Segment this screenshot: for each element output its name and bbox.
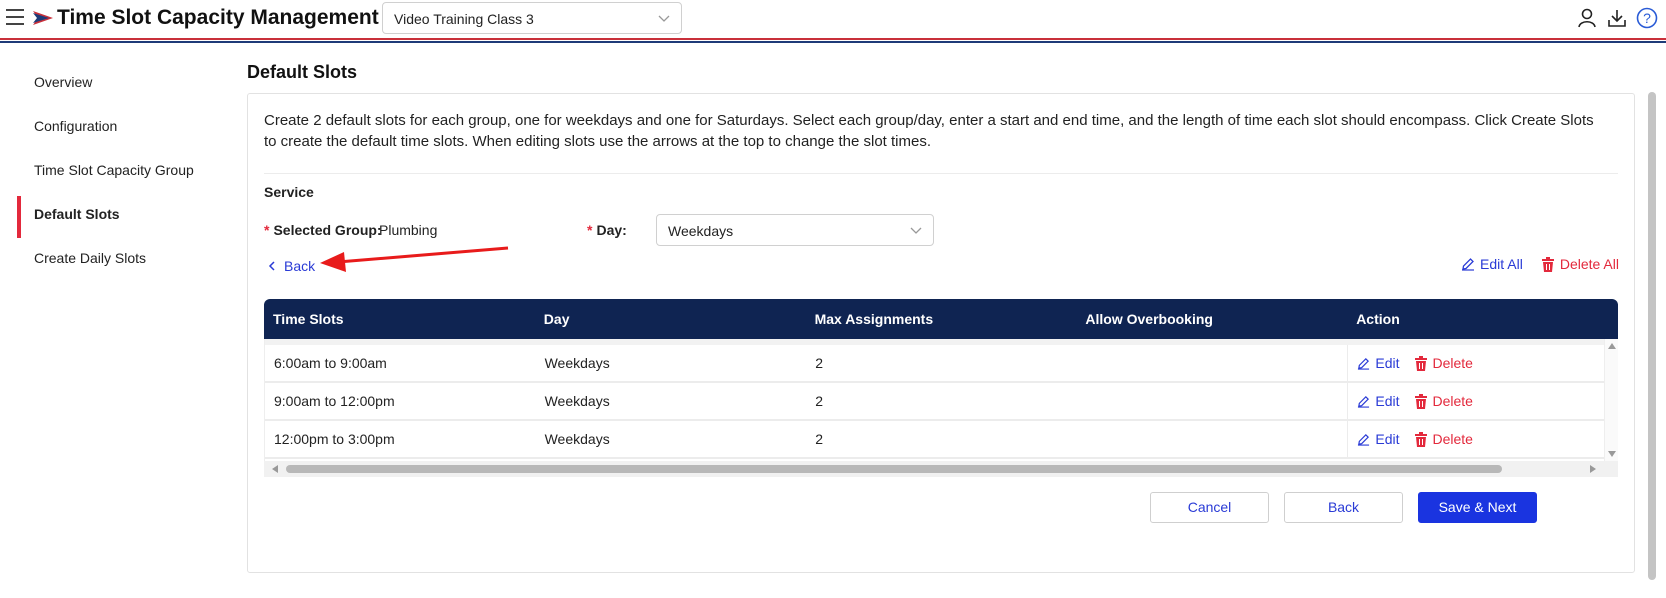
table-row: 9:00am to 12:00pm Weekdays 2 Edit Delete [265, 383, 1618, 421]
chevron-down-icon [658, 15, 670, 22]
cell-action: Edit Delete [1347, 383, 1618, 419]
chevron-left-icon [268, 261, 275, 271]
sidebar-item-default-slots[interactable]: Default Slots [0, 192, 230, 238]
page-scrollbar-thumb[interactable] [1648, 92, 1656, 580]
column-header-action: Action [1356, 311, 1400, 327]
row-edit-button[interactable]: Edit [1357, 431, 1400, 447]
cell-action: Edit Delete [1347, 345, 1618, 381]
cell-day: Weekdays [544, 393, 610, 409]
page-title: Default Slots [247, 62, 358, 82]
app-title: Time Slot Capacity Management [57, 6, 379, 29]
default-slots-card: Create 2 default slots for each group, o… [247, 93, 1635, 573]
section-label: Service [264, 184, 314, 200]
column-header-time-slots[interactable]: Time Slots [264, 299, 535, 339]
selected-group-label: * Selected Group: [264, 222, 382, 238]
trash-icon [1541, 256, 1554, 272]
delete-all-label: Delete All [1559, 256, 1619, 272]
chevron-down-icon [910, 227, 922, 234]
row-edit-button[interactable]: Edit [1357, 393, 1400, 409]
row-delete-button[interactable]: Delete [1414, 431, 1473, 447]
trash-icon [1414, 431, 1427, 447]
day-label: * Day: [587, 222, 627, 238]
user-icon[interactable] [1576, 7, 1598, 29]
save-next-button[interactable]: Save & Next [1418, 492, 1537, 523]
selected-group-value: Plumbing [379, 222, 438, 238]
edit-all-label: Edit All [1480, 256, 1523, 272]
row-edit-label: Edit [1375, 393, 1400, 409]
logo-icon [33, 11, 53, 25]
row-delete-button[interactable]: Delete [1414, 393, 1473, 409]
back-link[interactable]: Back [268, 258, 315, 274]
column-header-allow-overbooking[interactable]: Allow Overbooking [1076, 299, 1347, 339]
bulk-actions: Edit All Delete All [1461, 256, 1619, 272]
sidebar: Overview Configuration Time Slot Capacit… [0, 60, 230, 280]
header-stripe [0, 38, 1666, 43]
cell-max-assignments: 2 [815, 393, 823, 409]
table-header: Time Slots Day Max Assignments Allow Ove… [264, 299, 1618, 339]
class-select-value: Video Training Class 3 [394, 11, 534, 27]
delete-all-button[interactable]: Delete All [1541, 256, 1619, 272]
table-row: 12:00pm to 3:00pm Weekdays 2 Edit Delete [265, 421, 1618, 459]
scrollbar-thumb[interactable] [286, 465, 1502, 473]
row-delete-button[interactable]: Delete [1414, 355, 1473, 371]
row-edit-label: Edit [1375, 431, 1400, 447]
row-delete-label: Delete [1432, 355, 1473, 371]
column-header-max-assignments[interactable]: Max Assignments [806, 299, 1077, 339]
row-edit-label: Edit [1375, 355, 1400, 371]
edit-all-button[interactable]: Edit All [1461, 256, 1523, 272]
row-delete-label: Delete [1432, 431, 1473, 447]
trash-icon [1414, 355, 1427, 371]
cell-time-slot: 6:00am to 9:00am [274, 355, 387, 371]
sidebar-item-configuration[interactable]: Configuration [0, 104, 230, 148]
pencil-icon [1462, 258, 1475, 271]
day-select[interactable]: Weekdays [656, 214, 934, 246]
back-button[interactable]: Back [1284, 492, 1403, 523]
red-arrow-annotation [320, 246, 509, 272]
svg-text:?: ? [1643, 10, 1651, 26]
cell-day: Weekdays [544, 431, 610, 447]
menu-icon[interactable] [6, 9, 24, 25]
table-row: 6:00am to 9:00am Weekdays 2 Edit Delete [265, 339, 1618, 383]
pencil-icon [1358, 395, 1370, 408]
table-vertical-scrollbar[interactable] [1604, 339, 1618, 461]
row-delete-label: Delete [1432, 393, 1473, 409]
pencil-icon [1358, 433, 1370, 446]
cell-action: Edit Delete [1347, 421, 1618, 457]
page-scrollbar[interactable] [1646, 92, 1658, 580]
pencil-icon [1358, 357, 1370, 370]
intro-text: Create 2 default slots for each group, o… [264, 112, 1594, 150]
sidebar-item-create-daily-slots[interactable]: Create Daily Slots [0, 236, 230, 280]
back-link-label: Back [284, 258, 316, 274]
trash-icon [1414, 393, 1427, 409]
divider [264, 173, 1618, 174]
cancel-button[interactable]: Cancel [1150, 492, 1269, 523]
cell-max-assignments: 2 [815, 355, 823, 371]
top-bar: Time Slot Capacity Management Video Trai… [0, 0, 1666, 37]
slots-table: Time Slots Day Max Assignments Allow Ove… [264, 299, 1618, 477]
sidebar-item-time-slot-capacity-group[interactable]: Time Slot Capacity Group [0, 148, 230, 192]
table-horizontal-scrollbar[interactable] [264, 461, 1618, 477]
sidebar-item-overview[interactable]: Overview [0, 60, 230, 104]
cell-time-slot: 9:00am to 12:00pm [274, 393, 395, 409]
cell-max-assignments: 2 [815, 431, 823, 447]
class-select[interactable]: Video Training Class 3 [382, 2, 682, 34]
row-edit-button[interactable]: Edit [1357, 355, 1400, 371]
download-icon[interactable] [1606, 7, 1628, 29]
help-icon[interactable]: ? [1636, 7, 1658, 29]
column-header-day[interactable]: Day [535, 299, 806, 339]
day-select-value: Weekdays [668, 223, 734, 239]
cell-time-slot: 12:00pm to 3:00pm [274, 431, 395, 447]
cell-day: Weekdays [544, 355, 610, 371]
table-body: 6:00am to 9:00am Weekdays 2 Edit Delete … [264, 339, 1618, 461]
